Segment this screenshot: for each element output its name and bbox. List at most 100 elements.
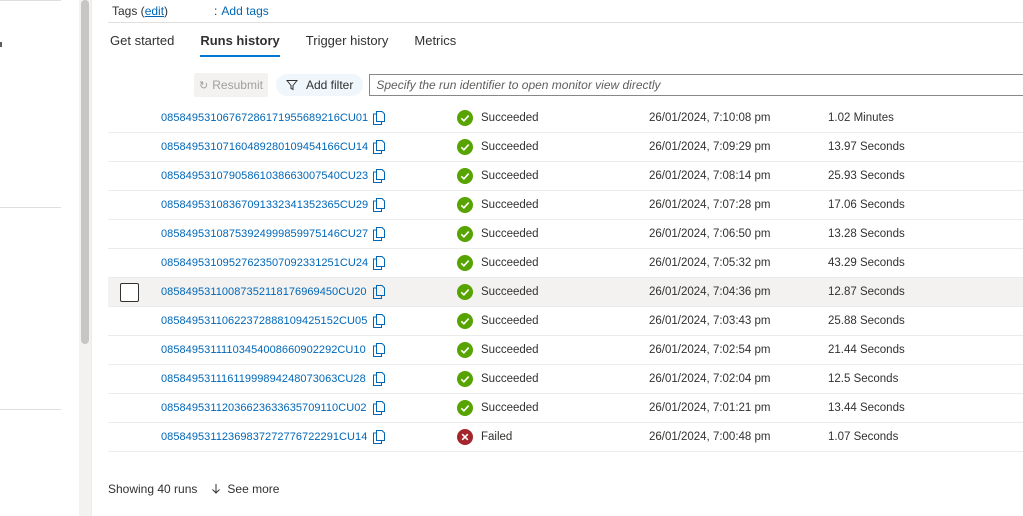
copy-icon[interactable] [373, 423, 385, 451]
table-row[interactable]: 08584953110087352118176969450CU20 Succeed… [108, 278, 1023, 307]
table-row[interactable]: 08584953108367091332341352365CU29 Succeed… [108, 191, 1023, 220]
copy-icon[interactable] [373, 365, 385, 393]
table-row[interactable]: 08584953111611999894248073063CU28 Succeed… [108, 365, 1023, 394]
run-status: Succeeded [457, 220, 539, 248]
copy-icon[interactable] [373, 394, 385, 422]
run-start-time: 26/01/2024, 7:06:50 pm [649, 228, 771, 240]
run-id-link[interactable]: 08584953107160489280109454166CU14 [161, 133, 368, 161]
run-status-label: Succeeded [481, 228, 539, 240]
checkmark-circle-icon [457, 284, 473, 300]
run-status: Succeeded [457, 162, 539, 190]
run-id-link[interactable]: 08584953108753924999859975146CU27 [161, 220, 368, 248]
checkmark-circle-icon [457, 197, 473, 213]
row-checkbox[interactable] [120, 282, 139, 302]
run-start-time: 26/01/2024, 7:04:36 pm [649, 286, 771, 298]
run-id-link[interactable]: 08584953111103454008660902292CU10 [161, 336, 366, 364]
run-id-link[interactable]: 08584953111611999894248073063CU28 [161, 365, 366, 393]
run-id-link[interactable]: 08584953109527623507092331251CU24 [161, 249, 368, 277]
run-status: Succeeded [457, 307, 539, 335]
add-tags-link[interactable]: Add tags [221, 4, 268, 18]
run-id-link[interactable]: 08584953112036623633635709110CU02 [161, 394, 367, 422]
copy-icon[interactable] [373, 307, 385, 335]
scrollbar-thumb[interactable] [81, 0, 89, 344]
run-start-time: 26/01/2024, 7:10:08 pm [649, 112, 771, 124]
table-row[interactable]: 08584953107160489280109454166CU14 Succeed… [108, 133, 1023, 162]
run-id-link[interactable]: 08584953112369837272776722291CU14 [161, 423, 367, 451]
see-more-link[interactable]: See more [211, 482, 279, 496]
table-row[interactable]: 08584953110622372888109425152CU05 Succeed… [108, 307, 1023, 336]
run-status: Succeeded [457, 365, 539, 393]
run-status: Failed [457, 423, 512, 451]
run-identifier-input[interactable] [376, 78, 1023, 92]
checkmark-circle-icon [457, 168, 473, 184]
nav-divider [0, 409, 61, 410]
copy-icon[interactable] [373, 162, 385, 190]
left-pane-scrollbar[interactable] [79, 0, 91, 516]
run-start-time: 26/01/2024, 7:02:54 pm [649, 344, 771, 356]
run-status-label: Succeeded [481, 402, 539, 414]
run-duration: 13.97 Seconds [828, 141, 905, 153]
nav-divider [0, 207, 61, 208]
table-row[interactable]: 08584953106767286171955689216CU01 Succeed… [108, 104, 1023, 133]
resubmit-icon: ↻ [199, 79, 209, 92]
table-row[interactable]: 08584953107905861038663007540CU23 Succeed… [108, 162, 1023, 191]
table-row[interactable]: 08584953108753924999859975146CU27 Succeed… [108, 220, 1023, 249]
run-status: Succeeded [457, 104, 539, 132]
run-start-time: 26/01/2024, 7:00:48 pm [649, 431, 771, 443]
divider [108, 22, 1023, 23]
edit-tags-link[interactable]: edit [145, 4, 164, 18]
table-row[interactable]: 08584953111103454008660902292CU10 Succeed… [108, 336, 1023, 365]
run-id-link[interactable]: 08584953110622372888109425152CU05 [161, 307, 367, 335]
run-duration: 13.28 Seconds [828, 228, 905, 240]
add-filter-button[interactable]: Add filter [276, 74, 364, 96]
run-count-label: Showing 40 runs [108, 482, 198, 496]
run-start-time: 26/01/2024, 7:02:04 pm [649, 373, 771, 385]
run-duration: 12.87 Seconds [828, 286, 905, 298]
run-duration: 17.06 Seconds [828, 199, 905, 211]
run-status-label: Succeeded [481, 170, 539, 182]
run-status-label: Succeeded [481, 112, 539, 124]
copy-icon[interactable] [373, 278, 385, 306]
checkmark-circle-icon [457, 139, 473, 155]
table-row[interactable]: 08584953112036623633635709110CU02 Succeed… [108, 394, 1023, 423]
filter-icon [286, 80, 298, 91]
table-row[interactable]: 08584953109527623507092331251CU24 Succeed… [108, 249, 1023, 278]
tab-runs-history[interactable]: Runs history [200, 33, 281, 59]
run-start-time: 26/01/2024, 7:05:32 pm [649, 257, 771, 269]
checkmark-circle-icon [457, 400, 473, 416]
copy-icon[interactable] [373, 191, 385, 219]
copy-icon[interactable] [373, 249, 385, 277]
add-filter-label: Add filter [306, 78, 354, 92]
row-checkbox-cell [120, 278, 139, 306]
run-status-label: Succeeded [481, 315, 539, 327]
resubmit-button[interactable]: ↻ Resubmit [194, 73, 268, 97]
run-start-time: 26/01/2024, 7:03:43 pm [649, 315, 771, 327]
run-duration: 1.07 Seconds [828, 431, 899, 443]
run-status-label: Succeeded [481, 373, 539, 385]
run-status: Succeeded [457, 336, 539, 364]
tab-trigger-history[interactable]: Trigger history [306, 33, 389, 59]
run-id-link[interactable]: 08584953107905861038663007540CU23 [161, 162, 368, 190]
toolbar: ↻ Resubmit Add filter [194, 73, 1023, 97]
run-id-link[interactable]: 08584953106767286171955689216CU01 [161, 104, 368, 132]
checkmark-circle-icon [457, 255, 473, 271]
tab-get-started[interactable]: Get started [110, 33, 174, 59]
run-start-time: 26/01/2024, 7:07:28 pm [649, 199, 771, 211]
run-status-label: Failed [481, 431, 513, 443]
copy-icon[interactable] [373, 336, 385, 364]
run-id-link[interactable]: 08584953108367091332341352365CU29 [161, 191, 368, 219]
copy-icon[interactable] [373, 133, 385, 161]
run-duration: 43.29 Seconds [828, 257, 905, 269]
copy-icon[interactable] [373, 104, 385, 132]
left-navigation-pane [0, 0, 78, 516]
copy-icon[interactable] [373, 220, 385, 248]
run-identifier-search[interactable] [369, 74, 1023, 96]
tab-metrics[interactable]: Metrics [414, 33, 456, 59]
run-status: Succeeded [457, 249, 539, 277]
run-duration: 21.44 Seconds [828, 344, 905, 356]
run-id-link[interactable]: 08584953110087352118176969450CU20 [161, 278, 367, 306]
run-status: Succeeded [457, 191, 539, 219]
table-row[interactable]: 08584953112369837272776722291CU14 Failed 2… [108, 423, 1023, 452]
checkmark-circle-icon [457, 110, 473, 126]
see-more-label: See more [227, 482, 280, 496]
